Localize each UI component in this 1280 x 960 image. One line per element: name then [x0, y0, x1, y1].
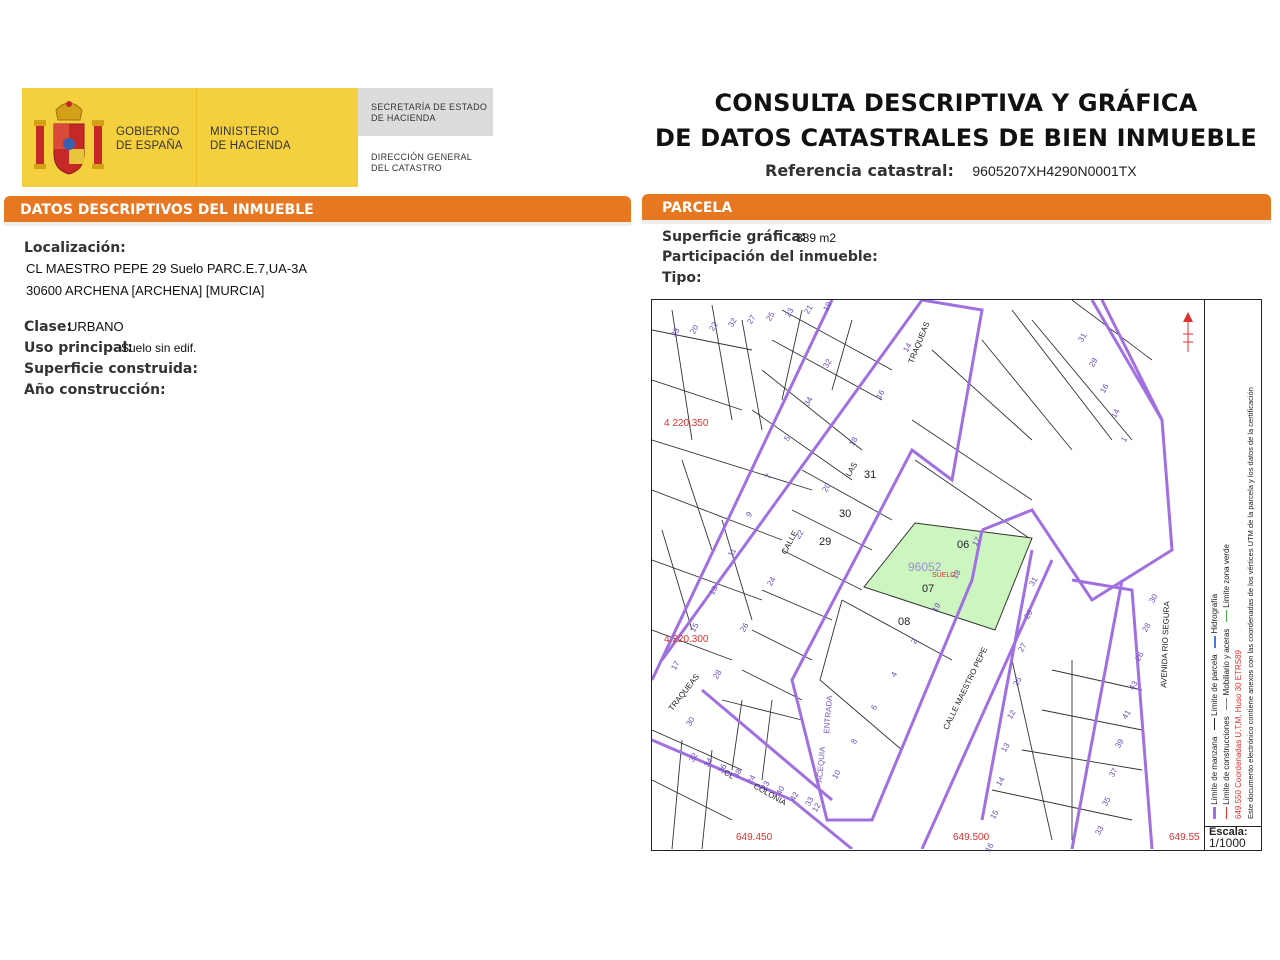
ref-value[interactable]: 9605207XH4290N0001TX	[972, 163, 1136, 179]
legend-coord-prefix: 649.550	[1234, 790, 1243, 819]
section-header-datos: DATOS DESCRIPTIVOS DEL INMUEBLE	[4, 196, 631, 222]
legend-swatch-manzana	[1213, 807, 1217, 819]
clase-value: URBANO	[68, 319, 124, 334]
uso-value: Suelo sin edif.	[121, 341, 197, 355]
section-title-parcela: PARCELA	[662, 200, 733, 216]
map-legend: Límite de manzana Límite de parcela Hidr…	[1204, 299, 1263, 826]
section-header-parcela: PARCELA	[642, 194, 1271, 220]
sec-line2: DE HACIENDA	[371, 113, 436, 123]
cadastral-map[interactable]: 4 220.350 4.220.300 649.450 649.500 649.…	[651, 299, 1262, 854]
gov-line1: GOBIERNO	[116, 126, 180, 138]
section-title-datos: DATOS DESCRIPTIVOS DEL INMUEBLE	[20, 202, 314, 218]
coord-x1: 649.450	[736, 832, 773, 843]
address-line1: CL MAESTRO PEPE 29 Suelo PARC.E.7,UA-3A	[26, 261, 308, 276]
legend-text: Límite de manzana Límite de parcela Hidr…	[1209, 309, 1257, 819]
legend-hidrografia: Hidrografía	[1210, 593, 1219, 634]
document-title-line1: CONSULTA DESCRIPTIVA Y GRÁFICA	[714, 89, 1198, 117]
clase-label: Clase:	[24, 319, 72, 335]
min-line1: MINISTERIO	[210, 126, 280, 138]
legend-swatch-parcela	[1214, 718, 1216, 731]
superficie-grafica-value: 389 m2	[796, 231, 837, 245]
government-logo: GOBIERNO DE ESPAÑA MINISTERIO DE HACIEND…	[22, 88, 493, 187]
legend-row-1: Límite de manzana Límite de parcela Hidr…	[1209, 309, 1221, 819]
anio-construccion-label: Año construcción:	[24, 382, 166, 398]
participacion-label: Participación del inmueble:	[662, 249, 878, 265]
section-divider-parcela	[642, 220, 1271, 224]
coord-x2: 649.500	[953, 832, 990, 843]
coord-x3: 649.55	[1169, 832, 1200, 843]
gov-line2: DE ESPAÑA	[116, 140, 183, 152]
legend-row-3: 649.550 Coordenadas U.T.M. Huso 30 ETRS8…	[1233, 309, 1245, 819]
parcel-id-08: 08	[898, 616, 911, 628]
parcel-id-31: 31	[864, 469, 877, 481]
legend-mobiliario: Mobiliario y aceras	[1222, 628, 1231, 696]
section-divider	[4, 222, 631, 226]
sec-line1: SECRETARÍA DE ESTADO	[371, 102, 488, 112]
dir-line2: DEL CATASTRO	[371, 163, 442, 173]
legend-parcela: Límite de parcela	[1210, 654, 1219, 716]
legend-swatch-mob	[1226, 697, 1228, 710]
cadastral-reference: Referencia catastral: 9605207XH4290N0001…	[765, 161, 1137, 181]
north-arrow-icon	[1183, 312, 1193, 352]
legend-coordenadas: Coordenadas U.T.M. Huso 30 ETRS89	[1234, 650, 1243, 788]
legend-swatch-verde	[1226, 609, 1228, 622]
document-title-line2: DE DATOS CATASTRALES DE BIEN INMUEBLE	[654, 124, 1258, 152]
parcel-id-07: 07	[922, 583, 935, 595]
uso-label: Uso principal:	[24, 340, 133, 356]
parcel-id-30: 30	[839, 508, 852, 520]
address-line2: 30600 ARCHENA [ARCHENA] [MURCIA]	[26, 283, 265, 298]
superficie-grafica-label: Superficie gráfica:	[662, 229, 807, 245]
coat-of-arms-icon	[34, 101, 104, 175]
legend-row-2: Límite de construcciones Mobiliario y ac…	[1221, 309, 1233, 819]
coord-y2: 4.220.300	[664, 634, 709, 645]
escala-value: 1/1000	[1209, 836, 1246, 850]
dir-line1: DIRECCIÓN GENERAL	[371, 152, 473, 162]
min-line2: DE HACIENDA	[210, 140, 291, 152]
legend-note: Este documento electrónico contiene anex…	[1246, 387, 1255, 819]
superficie-construida-label: Superficie construida:	[24, 361, 198, 377]
parcel-id-06: 06	[957, 539, 970, 551]
legend-swatch-const	[1226, 807, 1228, 819]
legend-swatch-hidro	[1213, 635, 1216, 648]
legend-construcciones: Límite de construcciones	[1222, 716, 1231, 805]
parcel-id-29: 29	[819, 536, 832, 548]
coord-y1: 4 220.350	[664, 418, 709, 429]
legend-manzana: Límite de manzana	[1210, 736, 1219, 805]
tipo-label: Tipo:	[662, 270, 702, 286]
legend-zona-verde: Límite zona verde	[1222, 544, 1231, 608]
ref-label: Referencia catastral:	[765, 161, 954, 180]
map-scale: Escala: 1/1000	[1204, 826, 1262, 851]
localizacion-label: Localización:	[24, 240, 126, 256]
